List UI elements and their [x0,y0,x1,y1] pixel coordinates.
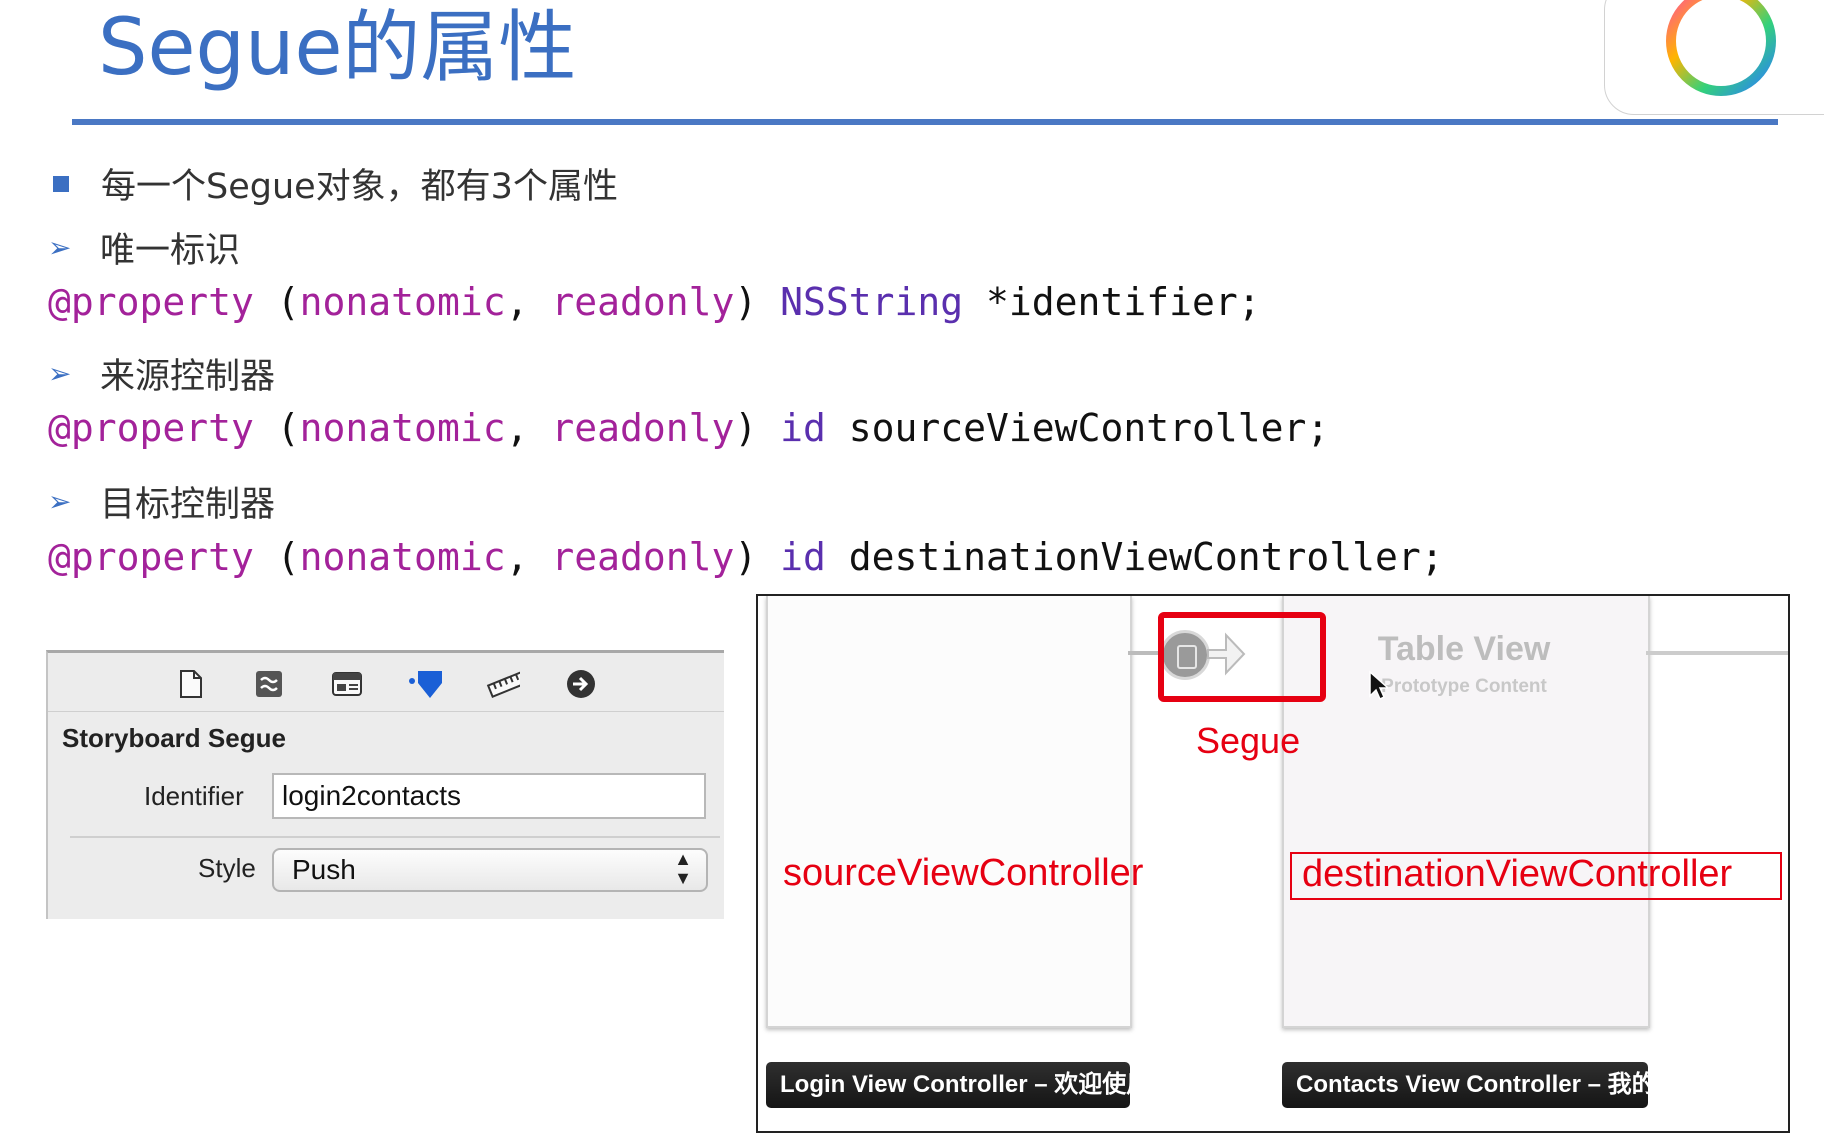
sub-text: 目标控制器 [100,485,276,525]
code-keyword: @property [48,280,254,324]
arrow-bullet-icon: ➢ [48,357,72,390]
code-attr: nonatomic [299,280,506,324]
login-view-controller-scene[interactable] [766,596,1132,1028]
code-attr: readonly [551,280,735,324]
contacts-scene-bar[interactable]: Contacts View Controller – 我的 [1282,1062,1656,1108]
bullet-text: 每一个Segue对象，都有3个属性 [101,167,618,207]
code-paren: ) [734,280,781,324]
title-divider [72,119,1778,125]
identifier-label: Identifier [144,781,244,811]
inspector-toolbar [48,653,724,712]
table-view-subtitle: Prototype Content [1381,676,1547,697]
select-arrows-icon: ▲ ▼ [674,849,692,888]
slide-title: Segue的属性 [98,3,577,93]
code-paren: ) [734,535,781,579]
bullet-line: 每一个Segue对象，都有3个属性 [48,158,618,209]
identity-icon[interactable] [330,667,364,701]
connections-icon[interactable] [564,667,598,701]
storyboard-canvas: Table View Prototype Content Segue sourc… [756,594,1790,1133]
style-select[interactable]: Push ▲ ▼ [272,848,708,892]
code-keyword: @property [48,406,254,450]
destination-view-controller-label: destinationViewController [1302,853,1733,895]
code-paren: ( [253,406,300,450]
sub-line-destination: ➢ 目标控制器 [48,476,275,527]
code-line-identifier: @property (nonatomic, readonly) NSString… [48,280,1261,324]
file-icon[interactable] [174,667,208,701]
login-scene-bar[interactable]: Login View Controller – 欢迎使用 [766,1062,1150,1108]
code-paren: ) [734,406,781,450]
source-view-controller-label: sourceViewController [783,852,1144,894]
sub-text: 来源控制器 [100,357,276,397]
code-keyword: @property [48,535,254,579]
code-type: id [780,535,826,579]
code-comma: , [505,406,552,450]
code-comma: , [505,280,552,324]
arrow-bullet-icon: ➢ [48,485,72,518]
section-title: Storyboard Segue [62,723,286,753]
sub-line-source: ➢ 来源控制器 [48,348,275,399]
code-attr: readonly [551,535,735,579]
ring-logo-icon [1666,0,1776,96]
mouse-pointer-icon [1369,670,1388,701]
code-type: NSString [780,280,964,324]
code-rest: sourceViewController; [825,406,1330,450]
code-line-source: @property (nonatomic, readonly) id sourc… [48,406,1329,450]
code-attr: readonly [551,406,735,450]
code-comma: , [505,535,552,579]
style-label: Style [198,853,256,883]
quick-help-icon[interactable] [252,667,286,701]
size-ruler-icon[interactable] [486,667,520,701]
outgoing-connection-line [1646,651,1788,655]
table-view-title: Table View [1377,630,1551,668]
attributes-inspector: Storyboard Segue Identifier login2contac… [46,650,724,919]
sub-line-identifier: ➢ 唯一标识 [48,222,240,273]
code-attr: nonatomic [299,535,506,579]
code-attr: nonatomic [299,406,506,450]
section-divider [70,836,720,838]
square-bullet-icon [53,175,69,192]
logo-card [1604,0,1824,115]
segue-label: Segue [1196,720,1301,761]
code-type: id [780,406,826,450]
code-rest: *identifier; [963,280,1261,324]
attributes-icon[interactable] [408,667,442,701]
code-line-destination: @property (nonatomic, readonly) id desti… [48,535,1444,579]
identifier-field[interactable]: login2contacts [272,773,706,819]
code-rest: destinationViewController; [825,535,1444,579]
code-paren: ( [253,280,300,324]
sub-text: 唯一标识 [100,231,241,271]
code-paren: ( [253,535,300,579]
style-select-value: Push [292,854,356,885]
arrow-bullet-icon: ➢ [48,231,72,264]
